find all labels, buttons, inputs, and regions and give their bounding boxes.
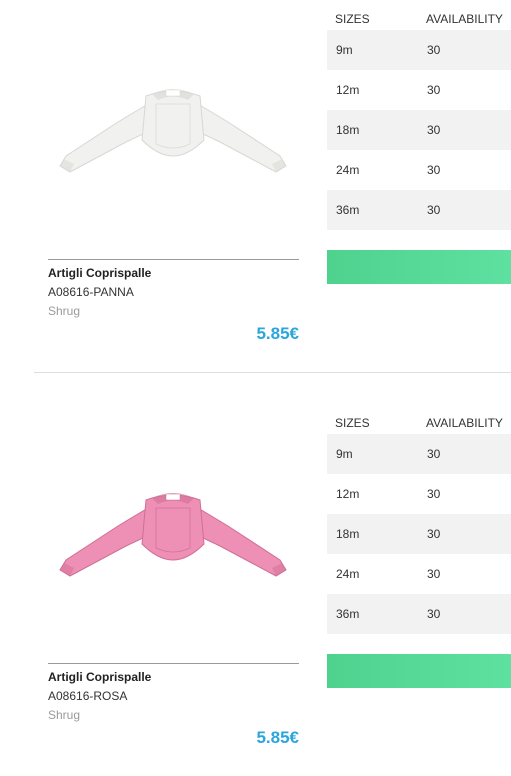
table-row[interactable]: 12m 30 (327, 70, 511, 110)
shrug-image-icon (59, 493, 287, 577)
availability-cell: 30 (427, 83, 441, 97)
product-card: Artigli Coprispalle A08616-PANNA Shrug 5… (0, 0, 511, 373)
size-cell: 24m (336, 163, 360, 177)
size-cell: 36m (336, 203, 360, 217)
availability-cell: 30 (427, 123, 441, 137)
divider (48, 259, 299, 260)
table-row[interactable]: 36m 30 (327, 594, 511, 634)
size-cell: 18m (336, 123, 360, 137)
availability-cell: 30 (427, 43, 441, 57)
sizes-header: SIZES (335, 12, 370, 26)
table-header: SIZES AVAILABILITY (327, 10, 511, 30)
table-row[interactable]: 12m 30 (327, 474, 511, 514)
product-price: 5.85€ (256, 324, 299, 343)
sizes-availability-table: SIZES AVAILABILITY 9m 30 12m 30 18m 30 2… (327, 10, 511, 230)
table-row[interactable]: 18m 30 (327, 514, 511, 554)
sizes-header: SIZES (335, 416, 370, 430)
product-name[interactable]: Artigli Coprispalle (48, 670, 151, 684)
product-image[interactable] (48, 464, 298, 614)
availability-header: AVAILABILITY (426, 416, 503, 430)
size-cell: 9m (336, 43, 353, 57)
availability-header: AVAILABILITY (426, 12, 503, 26)
availability-cell: 30 (427, 567, 441, 581)
table-row[interactable]: 9m 30 (327, 434, 511, 474)
availability-cell: 30 (427, 527, 441, 541)
table-row[interactable]: 24m 30 (327, 554, 511, 594)
add-to-cart-button[interactable] (327, 654, 511, 688)
table-header: SIZES AVAILABILITY (327, 414, 511, 434)
product-name[interactable]: Artigli Coprispalle (48, 266, 151, 280)
product-price: 5.85€ (256, 728, 299, 747)
size-cell: 24m (336, 567, 360, 581)
availability-cell: 30 (427, 203, 441, 217)
add-to-cart-button[interactable] (327, 250, 511, 284)
product-category: Shrug (48, 304, 81, 318)
table-row[interactable]: 18m 30 (327, 110, 511, 150)
availability-cell: 30 (427, 447, 441, 461)
product-category: Shrug (48, 708, 81, 722)
table-row[interactable]: 9m 30 (327, 30, 511, 70)
shrug-image-icon (59, 89, 287, 173)
size-cell: 12m (336, 83, 360, 97)
availability-cell: 30 (427, 487, 441, 501)
size-cell: 36m (336, 607, 360, 621)
size-cell: 12m (336, 487, 360, 501)
product-card: Artigli Coprispalle A08616-ROSA Shrug 5.… (0, 404, 511, 776)
availability-cell: 30 (427, 607, 441, 621)
size-cell: 18m (336, 527, 360, 541)
divider (48, 663, 299, 664)
availability-cell: 30 (427, 163, 441, 177)
table-row[interactable]: 24m 30 (327, 150, 511, 190)
size-cell: 9m (336, 447, 353, 461)
table-row[interactable]: 36m 30 (327, 190, 511, 230)
sizes-availability-table: SIZES AVAILABILITY 9m 30 12m 30 18m 30 2… (327, 414, 511, 634)
product-image[interactable] (48, 60, 298, 210)
product-code: A08616-PANNA (48, 285, 134, 299)
product-separator (34, 372, 511, 373)
product-code: A08616-ROSA (48, 689, 128, 703)
